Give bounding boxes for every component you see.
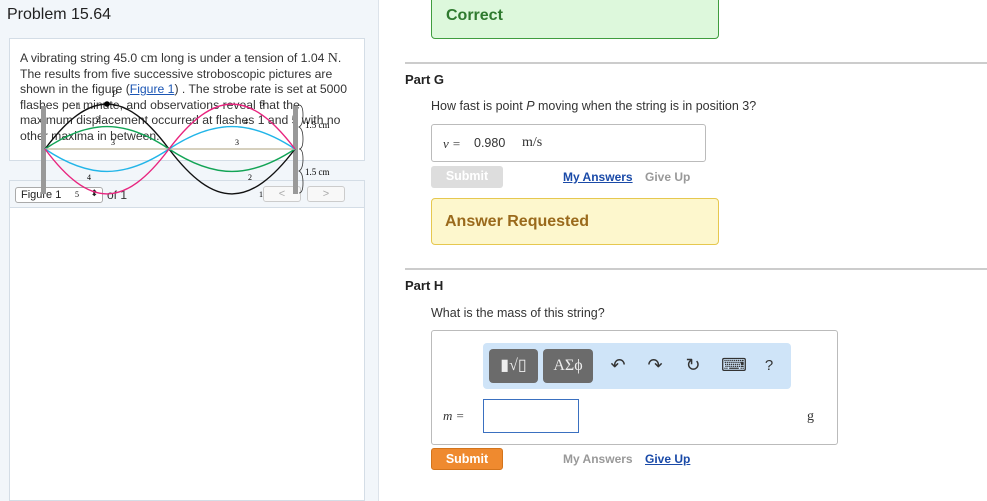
var-label: m = (443, 408, 465, 423)
answer-requested-banner: Answer Requested (431, 198, 719, 245)
curve-label-left-1: 1 (77, 102, 81, 111)
part-g-answer-box: v = 0.980 m/s (431, 124, 706, 162)
curve-label-right-4: 4 (244, 117, 248, 126)
part-g-submit-button[interactable]: Submit (431, 166, 503, 188)
greek-symbols-button[interactable]: ΑΣϕ (543, 349, 593, 383)
divider (405, 268, 987, 270)
q-var: P (526, 99, 535, 113)
unit-label: g (807, 409, 814, 424)
undo-icon[interactable]: ↶ (608, 355, 628, 376)
point-p-marker (104, 101, 110, 107)
q-text: moving when the string is in position 3? (534, 99, 757, 113)
q-text: How fast is point (431, 99, 527, 113)
curve-label-right-1: 1 (259, 190, 263, 199)
answer-requested-text: Answer Requested (445, 213, 590, 230)
part-h-label: Part H (405, 278, 444, 293)
templates-button[interactable]: ▮√▯ (489, 349, 538, 383)
part-h-question: What is the mass of this string? (431, 306, 605, 320)
part-g-label: Part G (405, 72, 445, 87)
standing-wave-figure: P 1.5 cm 1.5 cm 1 2 3 4 5 5 4 3 2 1 (41, 89, 330, 199)
correct-banner: Correct (431, 0, 719, 39)
curve-label-right-2: 2 (248, 173, 252, 182)
curve-label-left-2: 2 (96, 115, 100, 124)
correct-text: Correct (446, 7, 503, 24)
curve-label-right-5: 5 (260, 99, 264, 108)
help-icon[interactable]: ? (759, 357, 779, 374)
curve-label-right-3: 3 (235, 138, 239, 147)
var-label: v = (443, 136, 461, 151)
divider (405, 62, 987, 64)
amplitude-label-bottom: 1.5 cm (305, 167, 330, 177)
part-h-answer-box: ▮√▯ ΑΣϕ ↶ ↷ ↻ ⌨ ? m = g (431, 330, 838, 445)
amplitude-label-top: 1.5 cm (305, 120, 330, 130)
curve-label-left-5: 5 (75, 190, 79, 199)
part-h-submit-button[interactable]: Submit (431, 448, 503, 470)
curve-label-left-4: 4 (87, 173, 91, 182)
math-toolbar: ▮√▯ ΑΣϕ ↶ ↷ ↻ ⌨ ? (483, 343, 791, 389)
problem-panel: Problem 15.64 A vibrating string 45.0 cm… (0, 0, 379, 501)
part-h-my-answers-link[interactable]: My Answers (563, 452, 633, 466)
part-g-question: How fast is point P moving when the stri… (431, 99, 756, 113)
redo-icon[interactable]: ↷ (645, 355, 665, 376)
part-g-my-answers-link[interactable]: My Answers (563, 170, 633, 184)
unit-label: m/s (522, 135, 543, 150)
answer-value: 0.980 (474, 136, 506, 150)
mass-input[interactable] (483, 399, 579, 433)
amplitude-brace (298, 104, 304, 194)
figure-area: P 1.5 cm 1.5 cm 1 2 3 4 5 5 4 3 2 1 (9, 89, 365, 501)
curve-label-left-3: 3 (111, 138, 115, 147)
keyboard-icon[interactable]: ⌨ (721, 355, 747, 376)
part-h-give-up-link[interactable]: Give Up (645, 452, 690, 466)
point-p-label: P (111, 89, 118, 99)
reset-icon[interactable]: ↻ (683, 355, 703, 376)
part-g-give-up-link[interactable]: Give Up (645, 170, 690, 184)
